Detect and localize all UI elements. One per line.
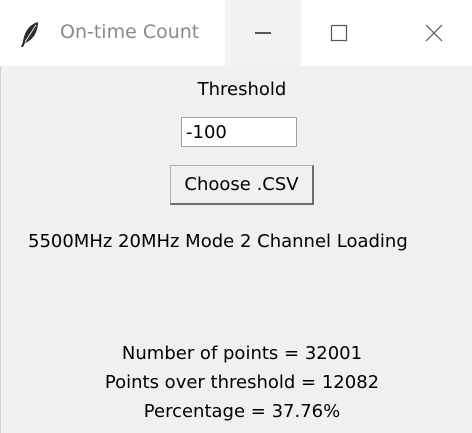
title-bar[interactable]: On-time Count bbox=[0, 0, 472, 66]
threshold-label: Threshold bbox=[197, 79, 287, 100]
points-count-label: Number of points = 32001 bbox=[121, 343, 363, 364]
close-button[interactable] bbox=[396, 0, 472, 66]
minimize-icon bbox=[254, 24, 272, 42]
feather-icon bbox=[18, 20, 42, 48]
maximize-icon bbox=[330, 24, 348, 42]
percentage-label: Percentage = 37.76% bbox=[143, 401, 341, 422]
maximize-button[interactable] bbox=[301, 0, 377, 66]
app-window: On-time Count Threshold Choose .CSV 5500… bbox=[0, 0, 472, 433]
file-name-label: 5500MHz 20MHz Mode 2 Channel Loading bbox=[28, 231, 408, 252]
window-title: On-time Count bbox=[60, 21, 200, 43]
points-over-threshold-label: Points over threshold = 12082 bbox=[104, 372, 380, 393]
threshold-input[interactable] bbox=[181, 117, 297, 147]
close-icon bbox=[424, 23, 444, 43]
minimize-button[interactable] bbox=[225, 0, 301, 66]
choose-csv-button[interactable]: Choose .CSV bbox=[170, 165, 314, 205]
